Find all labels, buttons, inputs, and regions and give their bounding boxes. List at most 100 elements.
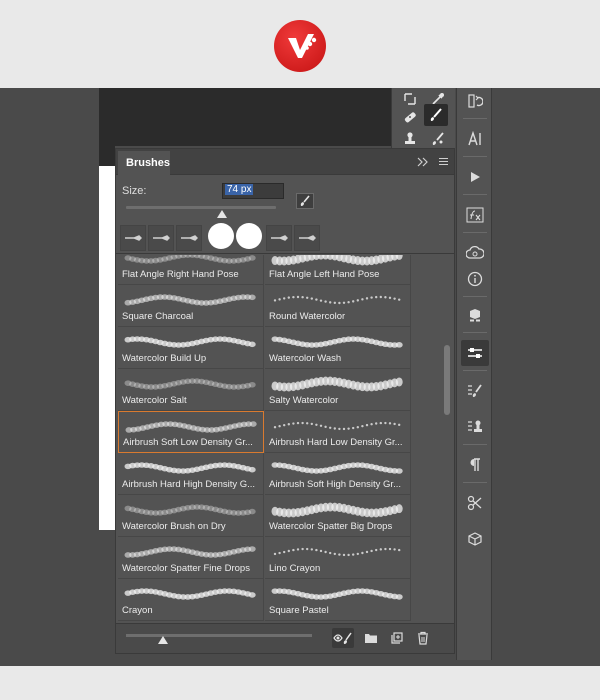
brush-preset[interactable]: Watercolor Brush on Dry <box>118 495 264 537</box>
brush-preset[interactable]: Airbrush Soft High Density Gr... <box>265 453 411 495</box>
document-canvas-area[interactable] <box>99 88 391 146</box>
brush-preset[interactable]: Square Charcoal <box>118 285 264 327</box>
workspace-edge <box>492 88 600 666</box>
brush-preset[interactable]: Watercolor Wash <box>265 327 411 369</box>
panel-menu-icon[interactable] <box>436 154 450 170</box>
brush-preset[interactable]: Salty Watercolor <box>265 369 411 411</box>
brush-preset-name: Watercolor Spatter Big Drops <box>269 521 393 532</box>
document-canvas[interactable] <box>99 166 115 530</box>
brush-preset[interactable]: Round Watercolor <box>265 285 411 327</box>
brush-preset[interactable]: Airbrush Hard Low Density Gr... <box>265 411 411 453</box>
size-value: 74 px <box>225 184 254 195</box>
brush-preset-name: Salty Watercolor <box>269 395 339 406</box>
calligraphic-brush-icon[interactable] <box>294 225 320 251</box>
brush-preset[interactable]: Watercolor Spatter Big Drops <box>265 495 411 537</box>
play-icon[interactable] <box>461 164 489 190</box>
toolbar <box>391 88 455 150</box>
calligraphic-brush-icon[interactable] <box>120 225 146 251</box>
tab-brushes[interactable]: Brushes <box>118 151 170 175</box>
3d-icon[interactable] <box>461 302 489 328</box>
brush-preset-name: Square Pastel <box>269 605 329 616</box>
size-slider-handle[interactable] <box>217 210 227 218</box>
strip-divider <box>463 332 487 333</box>
scrollbar[interactable] <box>444 257 450 623</box>
brush-preset[interactable]: Flat Angle Left Hand Pose <box>265 255 411 285</box>
strip-divider <box>463 370 487 371</box>
brush-stroke-preview <box>271 588 403 600</box>
brush-stroke-preview <box>271 336 403 348</box>
brand-logo <box>274 20 326 72</box>
round-brush-icon[interactable] <box>208 223 234 249</box>
document-canvas-area[interactable] <box>99 146 115 166</box>
tool-presets-icon[interactable] <box>461 490 489 516</box>
panel-icon-strip <box>456 88 492 660</box>
calligraphic-brush-icon[interactable] <box>266 225 292 251</box>
collapse-icon[interactable] <box>416 154 430 170</box>
brush-preset-name: Flat Angle Right Hand Pose <box>122 269 239 280</box>
brush-preset-name: Watercolor Brush on Dry <box>122 521 226 532</box>
size-label: Size: <box>122 185 147 197</box>
mixer-brush-icon[interactable] <box>426 128 450 150</box>
brush-settings-icon[interactable] <box>461 340 489 366</box>
brush-stroke-preview <box>124 378 256 390</box>
delete-icon[interactable] <box>412 628 434 648</box>
recent-brushes <box>118 223 454 253</box>
clone-source-icon[interactable] <box>461 414 489 440</box>
brush-preset[interactable]: Lino Crayon <box>265 537 411 579</box>
strip-divider <box>463 156 487 157</box>
brush-preset[interactable]: Watercolor Spatter Fine Drops <box>118 537 264 579</box>
brush-stroke-preview <box>271 462 403 474</box>
brush-preset-name: Airbrush Hard Low Density Gr... <box>269 437 403 448</box>
brush-preset[interactable]: Flat Angle Right Hand Pose <box>118 255 264 285</box>
fx-icon[interactable] <box>461 202 489 228</box>
round-brush-icon[interactable] <box>236 223 262 249</box>
scrollbar-thumb[interactable] <box>444 345 450 415</box>
brush-list: Flat Angle Right Hand Pose Flat Angle Lef… <box>118 255 412 623</box>
panel-tab-bar: Brushes <box>116 149 454 175</box>
brush-preset[interactable]: Watercolor Build Up <box>118 327 264 369</box>
brush-settings-button[interactable] <box>296 193 314 209</box>
size-slider[interactable] <box>126 206 276 209</box>
brush-stroke-preview <box>124 294 256 306</box>
strip-divider <box>463 118 487 119</box>
history-icon[interactable] <box>461 88 489 114</box>
cube-icon[interactable] <box>461 526 489 552</box>
paragraph-icon[interactable] <box>461 452 489 478</box>
brush-preset-name: Airbrush Soft High Density Gr... <box>269 479 401 490</box>
brush-preset[interactable]: Airbrush Hard High Density G... <box>118 453 264 495</box>
brush-stroke-preview <box>271 502 403 518</box>
toggle-brush-preview-icon[interactable] <box>332 628 354 648</box>
brush-preset[interactable]: Airbrush Soft Low Density Gr... <box>118 411 264 453</box>
brush-preset-name: Airbrush Hard High Density G... <box>122 479 256 490</box>
brush-preset-name: Watercolor Build Up <box>122 353 207 364</box>
brush-stroke-preview <box>125 421 257 433</box>
character-icon[interactable] <box>461 126 489 152</box>
brushes-icon[interactable] <box>461 378 489 404</box>
stamp-icon[interactable] <box>398 128 422 150</box>
brush-stroke-preview <box>273 295 401 305</box>
brush-stroke-preview <box>124 588 256 600</box>
info-icon[interactable] <box>461 266 489 292</box>
preview-size-slider[interactable] <box>126 634 312 637</box>
brush-preset[interactable]: Watercolor Salt <box>118 369 264 411</box>
size-field[interactable]: 74 px <box>222 183 284 199</box>
brush-icon[interactable] <box>424 104 448 126</box>
brush-stroke-preview <box>271 376 403 392</box>
brush-preset[interactable]: Square Pastel <box>265 579 411 621</box>
brush-stroke-preview <box>124 546 256 558</box>
panel-footer <box>116 623 454 653</box>
brushes-panel: Brushes Size: 74 px Flat Angle Right Han… <box>115 148 455 654</box>
divider <box>116 253 454 254</box>
healing-icon[interactable] <box>398 106 422 128</box>
calligraphic-brush-icon[interactable] <box>148 225 174 251</box>
brush-stroke-preview <box>124 504 256 516</box>
calligraphic-brush-icon[interactable] <box>176 225 202 251</box>
strip-divider <box>463 232 487 233</box>
brush-preset[interactable]: Crayon <box>118 579 264 621</box>
brush-stroke-preview <box>273 547 401 557</box>
new-group-icon[interactable] <box>360 628 382 648</box>
brush-preset-name: Watercolor Salt <box>122 395 187 406</box>
new-brush-icon[interactable] <box>386 628 408 648</box>
preview-size-slider-handle[interactable] <box>158 636 169 644</box>
libraries-icon[interactable] <box>461 240 489 266</box>
